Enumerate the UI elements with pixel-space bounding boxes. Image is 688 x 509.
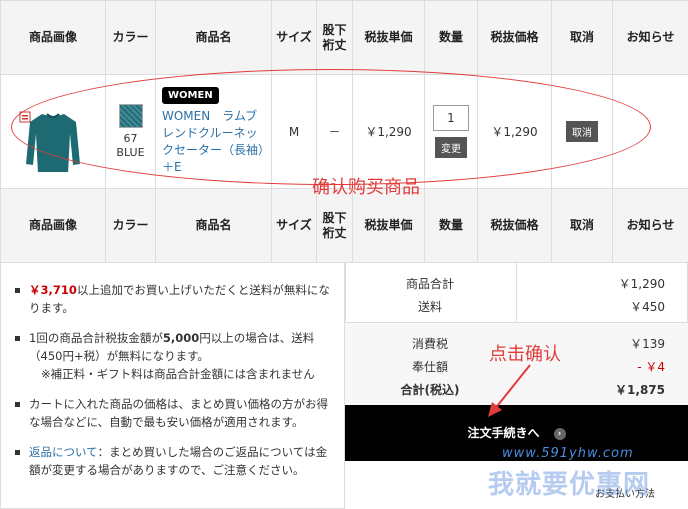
quantity-cell: 1 変更: [424, 74, 478, 189]
cart-header: 商品画像 カラー 商品名 サイズ 股下 裄丈 税抜単価 数量 税抜価格 取消 お…: [0, 0, 688, 75]
header-quantity: 数量: [424, 0, 478, 75]
product-image-cell: [0, 74, 106, 189]
header-cancel: 取消: [551, 0, 613, 75]
product-name-cell: WOMEN WOMEN ラムブレンドクルーネックセーター（長袖）＋E: [155, 74, 272, 189]
header-price: 税抜価格: [477, 188, 552, 263]
cancel-item-button[interactable]: 取消: [566, 121, 598, 142]
header-inseam: 股下 裄丈: [316, 0, 353, 75]
color-cell: 67 BLUE: [105, 74, 156, 189]
header-notice: お知らせ: [612, 188, 688, 263]
discount-value: - ￥4: [637, 360, 665, 374]
tax-value: ￥139: [630, 337, 665, 351]
cart-notes: ￥3,710以上追加でお買い上げいただくと送料が無料になります。 1回の商品合計…: [0, 263, 345, 509]
header-cancel: 取消: [551, 188, 613, 263]
size-value: M: [271, 74, 317, 189]
note-bundle-price: カートに入れた商品の価格は、まとめ買い価格の方がお得な場合などに、自動で最も安い…: [15, 395, 332, 431]
note-returns: 返品について：まとめ買いした場合のご返品については金額が変更する場合がありますの…: [15, 443, 332, 479]
cart-header-repeat: 商品画像 カラー 商品名 サイズ 股下 裄丈 税抜単価 数量 税抜価格 取消 お…: [0, 188, 688, 263]
shipping-value: ￥450: [630, 300, 665, 314]
cart-item-row: 67 BLUE WOMEN WOMEN ラムブレンドクルーネックセーター（長袖）…: [0, 74, 688, 189]
price-value: ￥1,290: [477, 74, 552, 189]
color-code: 67: [123, 131, 138, 145]
total-value: ￥1,875: [615, 383, 665, 397]
header-product-image: 商品画像: [0, 188, 106, 263]
shipping-label: 送料: [417, 300, 442, 314]
chevron-right-icon: ›: [553, 427, 566, 440]
notice-cell: [612, 74, 688, 189]
header-product-name: 商品名: [155, 0, 272, 75]
payment-methods-link[interactable]: お支払い方法: [595, 485, 655, 500]
women-badge: WOMEN: [162, 87, 219, 104]
color-swatch: [118, 103, 143, 128]
header-size: サイズ: [271, 188, 317, 263]
header-size: サイズ: [271, 0, 317, 75]
note-subnote: ※補正料・ギフト料は商品合計金額には含まれません: [41, 367, 315, 381]
header-product-image: 商品画像: [0, 0, 106, 75]
note-shipping-threshold: 1回の商品合計税抜金額が5,000円以上の場合は、送料（450円+税）が無料にな…: [15, 329, 332, 383]
subtotal-value: ￥1,290: [618, 277, 665, 291]
cancel-cell: 取消: [551, 74, 613, 189]
product-name-link[interactable]: WOMEN ラムブレンドクルーネックセーター（長袖）＋E: [162, 108, 265, 176]
header-unit-price: 税抜単価: [352, 188, 425, 263]
note-free-shipping: ￥3,710以上追加でお買い上げいただくと送料が無料になります。: [15, 281, 332, 317]
header-inseam: 股下 裄丈: [316, 188, 353, 263]
subtotal-label: 商品合計: [405, 277, 454, 291]
change-quantity-button[interactable]: 変更: [435, 137, 467, 158]
inseam-value: －: [316, 74, 353, 189]
header-unit-price: 税抜単価: [352, 0, 425, 75]
unit-price-value: ￥1,290: [352, 74, 425, 189]
header-color: カラー: [105, 188, 156, 263]
product-image[interactable]: [18, 92, 88, 174]
header-color: カラー: [105, 0, 156, 75]
returns-link[interactable]: 返品について: [29, 445, 98, 459]
annotation-arrow-icon: [488, 364, 531, 417]
header-product-name: 商品名: [155, 188, 272, 263]
header-price: 税抜価格: [477, 0, 552, 75]
quantity-input[interactable]: 1: [433, 105, 469, 131]
header-quantity: 数量: [424, 188, 478, 263]
color-name: BLUE: [116, 145, 145, 159]
tax-label: 消費税: [411, 337, 448, 351]
header-notice: お知らせ: [612, 0, 688, 75]
